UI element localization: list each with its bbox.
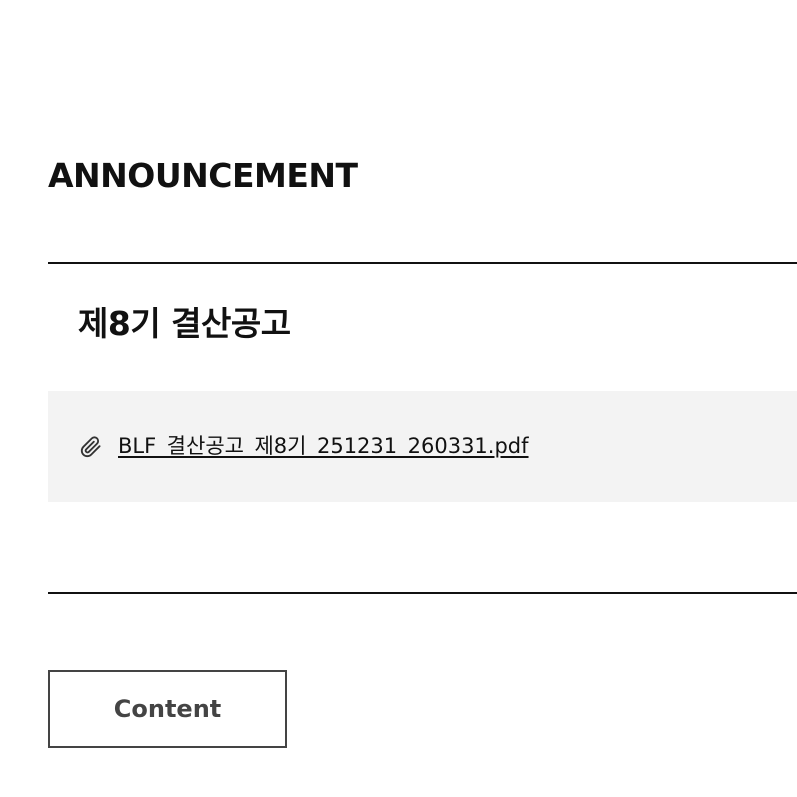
bottom-divider [48,592,797,594]
paperclip-icon [80,436,102,458]
section-title: ANNOUNCEMENT [48,156,358,195]
top-divider [48,262,797,264]
content-button[interactable]: Content [48,670,287,748]
announcement-page: ANNOUNCEMENT 제8기 결산공고 BLF_결산공고_제8기_25123… [0,0,797,797]
attachment-file-link[interactable]: BLF_결산공고_제8기_251231_260331.pdf [118,432,529,460]
post-title: 제8기 결산공고 [78,304,291,343]
